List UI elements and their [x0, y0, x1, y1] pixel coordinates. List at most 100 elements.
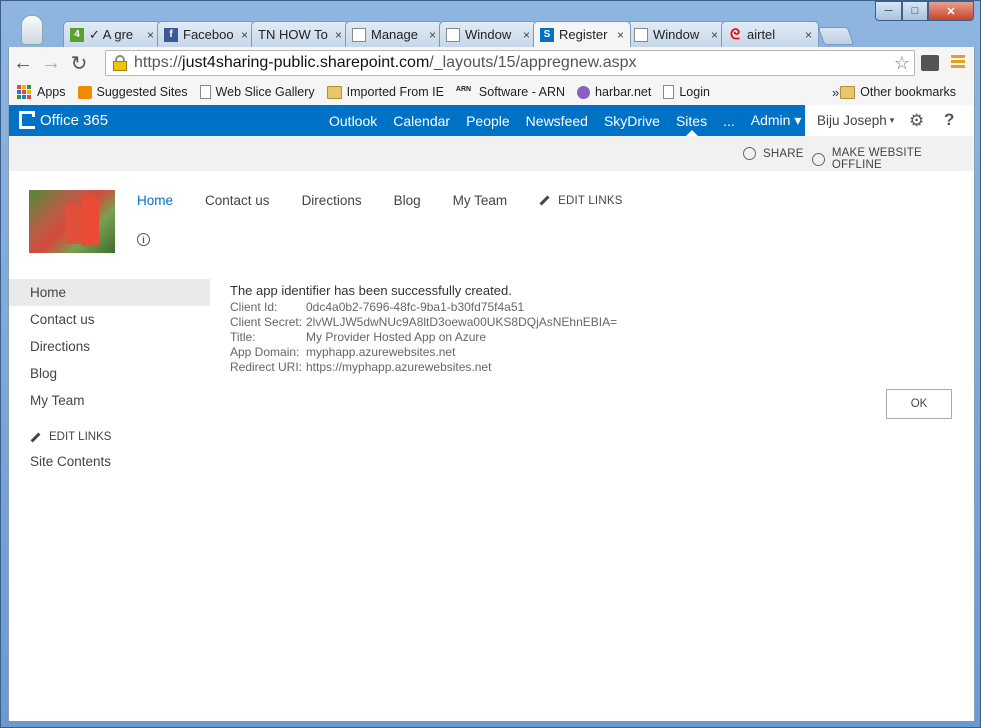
tab-strip: 4 ✓ A gre × f Faceboo × TN HOW To × Mana… [63, 21, 855, 47]
topnav-home[interactable]: Home [137, 193, 173, 208]
minimize-button[interactable]: ─ [875, 1, 902, 21]
address-bar[interactable]: https://just4sharing-public.sharepoint.c… [105, 50, 915, 76]
leftnav-blog[interactable]: Blog [9, 360, 210, 387]
success-message: The app identifier has been successfully… [230, 283, 512, 298]
make-offline-button[interactable]: MAKE WEBSITE OFFLINE [812, 147, 974, 171]
topnav-contact-us[interactable]: Contact us [205, 193, 270, 208]
tab-label: Manage [371, 27, 418, 42]
tab-close-icon[interactable]: × [429, 28, 436, 42]
new-tab-button[interactable] [817, 27, 855, 45]
field-title: Title: My Provider Hosted App on Azure [230, 330, 617, 345]
extension-icon[interactable] [921, 55, 939, 71]
forward-button[interactable]: → [37, 49, 65, 77]
field-value: https://myphapp.azurewebsites.net [306, 360, 492, 374]
bookmarks-bar: Apps Suggested Sites Web Slice Gallery I… [8, 79, 975, 105]
bookmark-login[interactable]: Login [663, 85, 710, 99]
edit-links-label: EDIT LINKS [558, 194, 623, 207]
browser-window: 4 ✓ A gre × f Faceboo × TN HOW To × Mana… [0, 0, 981, 728]
topnav-edit-links[interactable]: EDIT LINKS [539, 193, 622, 208]
suite-link-sites[interactable]: Sites [668, 105, 715, 136]
topnav-blog[interactable]: Blog [394, 193, 421, 208]
field-value: myphapp.azurewebsites.net [306, 345, 456, 359]
maximize-button[interactable]: □ [902, 1, 928, 21]
bookmark-web-slice-gallery[interactable]: Web Slice Gallery [199, 85, 315, 99]
profile-avatar-icon[interactable] [21, 15, 43, 45]
bookmark-software-arn[interactable]: ARN Software - ARN [456, 85, 565, 99]
bookmark-label: Other bookmarks [860, 85, 956, 99]
suite-link-admin[interactable]: Admin ▾ [743, 105, 810, 136]
pencil-icon [539, 195, 550, 206]
bookmark-star-icon[interactable]: ☆ [894, 53, 910, 74]
tab-1[interactable]: f Faceboo × [157, 21, 255, 47]
gear-icon[interactable]: ⚙ [909, 111, 924, 131]
suite-link-calendar[interactable]: Calendar [385, 105, 458, 136]
user-name: Biju Joseph [817, 113, 887, 128]
close-window-button[interactable]: ✕ [928, 1, 974, 21]
leftnav-edit-links[interactable]: EDIT LINKS [9, 426, 210, 448]
bookmark-apps[interactable]: Apps [9, 85, 66, 99]
url-host: just4sharing-public.sharepoint.com [182, 54, 430, 71]
back-button[interactable]: ← [9, 49, 37, 77]
tab-5-active[interactable]: S Register × [533, 21, 631, 47]
tab-close-icon[interactable]: × [335, 28, 342, 42]
edit-links-label: EDIT LINKS [49, 431, 112, 443]
page-icon [199, 85, 211, 99]
tab-close-icon[interactable]: × [147, 28, 154, 42]
bookmark-suggested-sites[interactable]: Suggested Sites [77, 85, 188, 99]
pencil-icon [30, 432, 41, 442]
tab-4[interactable]: Window × [439, 21, 537, 47]
tab-close-icon[interactable]: × [711, 28, 718, 42]
bookmark-imported-from-ie[interactable]: Imported From IE [326, 85, 444, 99]
field-client-secret: Client Secret: 2lvWLJW5dwNUc9A8ltD3oewa0… [230, 315, 617, 330]
leftnav-my-team[interactable]: My Team [9, 387, 210, 414]
bookmark-label: Software - ARN [478, 85, 566, 99]
suite-link-outlook[interactable]: Outlook [321, 105, 385, 136]
topnav-directions[interactable]: Directions [302, 193, 362, 208]
info-icon[interactable]: i [137, 233, 150, 246]
share-icon [743, 147, 756, 160]
suite-nav: Outlook Calendar People Newsfeed SkyDriv… [321, 105, 809, 136]
suite-more-icon[interactable]: ... [715, 105, 743, 136]
field-label: Title: [230, 330, 256, 344]
leftnav-directions[interactable]: Directions [9, 333, 210, 360]
page-icon [446, 27, 460, 42]
suggested-sites-icon [77, 85, 92, 99]
bookmarks-overflow-icon[interactable]: » [832, 85, 839, 100]
tab-label: Window [653, 27, 700, 42]
share-button[interactable]: SHARE [743, 147, 804, 160]
office365-brand[interactable]: Office 365 [19, 111, 108, 129]
tab-3[interactable]: Manage × [345, 21, 443, 47]
url-scheme: https:// [134, 54, 183, 71]
tab-7[interactable]: ᘓ airtel × [721, 21, 819, 47]
ok-button[interactable]: OK [886, 389, 952, 419]
browser-toolbar: ← → ↻ https://just4sharing-public.sharep… [8, 47, 975, 79]
user-menu[interactable]: Biju Joseph ▾ ⚙ ? [805, 105, 974, 136]
tab-2[interactable]: TN HOW To × [251, 21, 349, 47]
office-logo-icon [19, 111, 35, 129]
reload-button[interactable]: ↻ [65, 49, 93, 77]
tab-6[interactable]: Window × [627, 21, 725, 47]
leftnav-home[interactable]: Home [9, 279, 210, 306]
tab-close-icon[interactable]: × [523, 28, 530, 42]
folder-icon [840, 85, 856, 99]
airtel-icon: ᘓ [730, 26, 740, 42]
site-logo[interactable] [29, 190, 115, 253]
tab-close-icon[interactable]: × [617, 28, 624, 42]
tab-0[interactable]: 4 ✓ A gre × [63, 21, 161, 47]
tab-close-icon[interactable]: × [805, 28, 812, 42]
topnav-my-team[interactable]: My Team [453, 193, 508, 208]
chrome-menu-icon[interactable] [951, 55, 965, 69]
page-icon [663, 85, 675, 99]
tab-close-icon[interactable]: × [241, 28, 248, 42]
bookmark-harbar[interactable]: harbar.net [577, 85, 651, 99]
other-bookmarks[interactable]: Other bookmarks [840, 85, 956, 99]
suite-link-newsfeed[interactable]: Newsfeed [518, 105, 596, 136]
lock-warning-icon[interactable] [112, 55, 128, 71]
help-icon[interactable]: ? [944, 110, 954, 130]
checklist-icon: 4 [70, 27, 84, 42]
bookmark-label: Suggested Sites [96, 85, 188, 99]
suite-link-skydrive[interactable]: SkyDrive [596, 105, 668, 136]
suite-link-people[interactable]: People [458, 105, 518, 136]
leftnav-contact-us[interactable]: Contact us [9, 306, 210, 333]
site-contents-link[interactable]: Site Contents [9, 448, 210, 474]
